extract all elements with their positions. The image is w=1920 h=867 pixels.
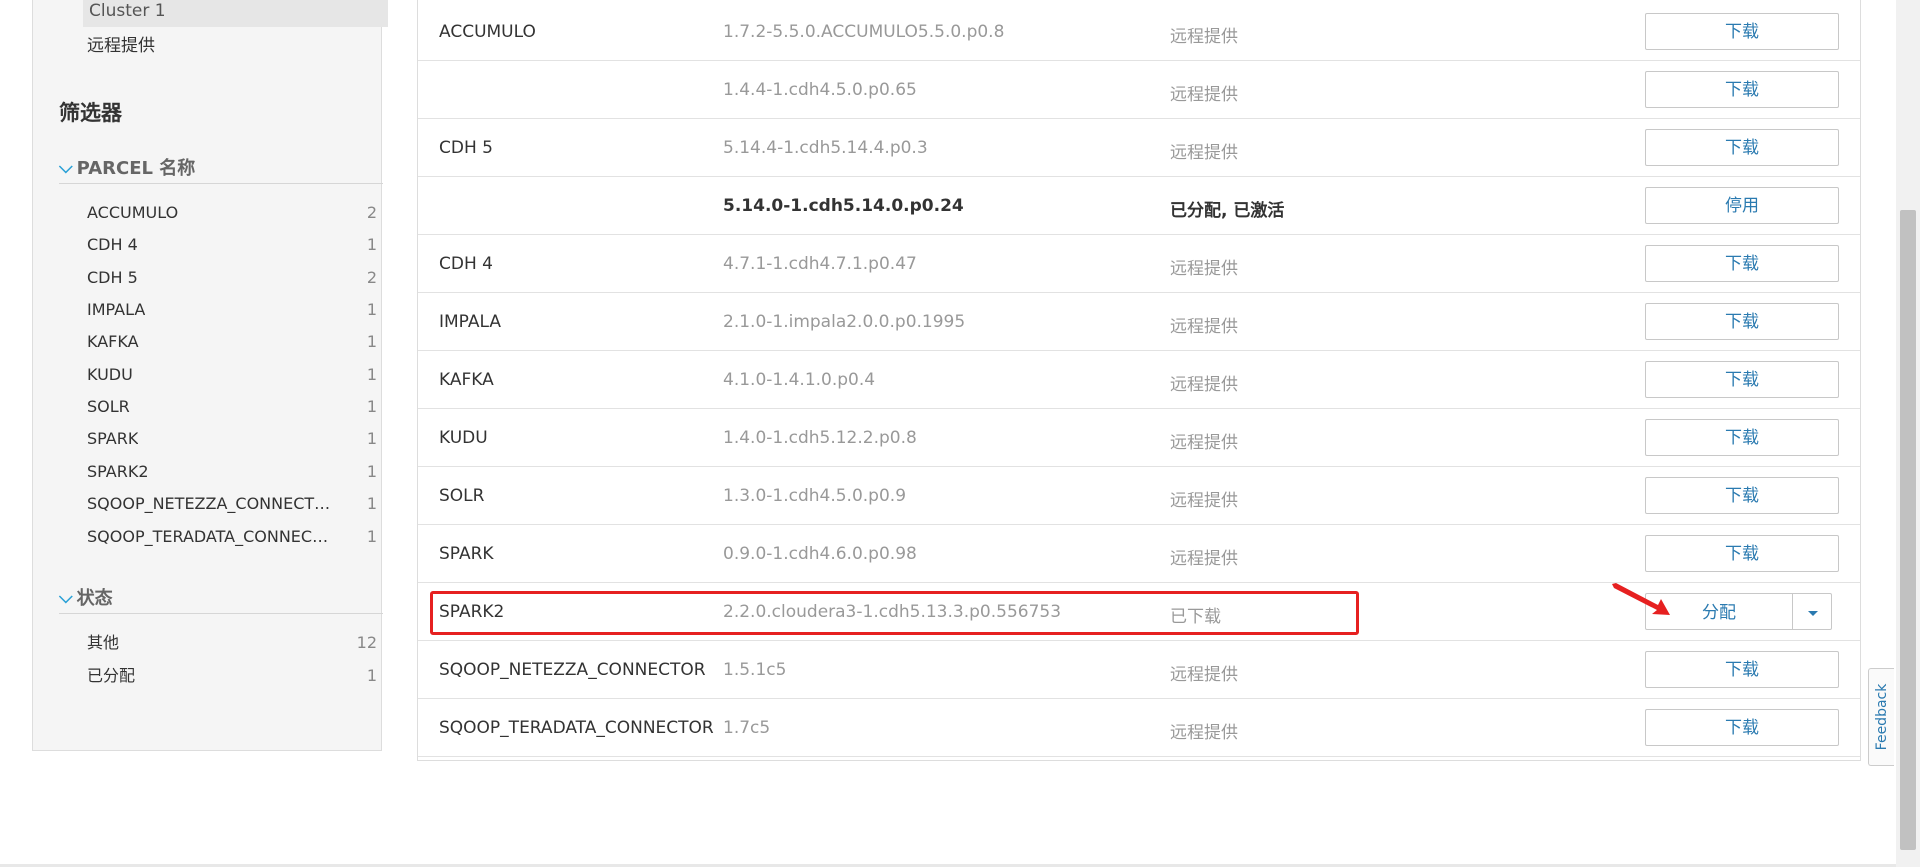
parcel-name: CDH 5 (439, 138, 493, 158)
download-button[interactable]: 下载 (1645, 419, 1839, 456)
chevron-down-icon: ⌵ (59, 587, 73, 608)
parcel-status: 远程提供 (1170, 491, 1238, 511)
parcel-status: 远程提供 (1170, 27, 1238, 47)
parcel-version: 0.9.0-1.cdh4.6.0.p0.98 (723, 544, 917, 564)
table-row: CDH 4 4.7.1-1.cdh4.7.1.p0.47 远程提供 下载 (418, 235, 1860, 293)
distribute-dropdown-toggle[interactable] (1792, 593, 1832, 630)
filter-item[interactable]: SPARK2 1 (87, 459, 377, 485)
download-button[interactable]: 下载 (1645, 13, 1839, 50)
filter-item[interactable]: 已分配 1 (87, 663, 377, 689)
scrollbar-thumb[interactable] (1900, 210, 1916, 850)
parcel-version: 4.1.0-1.4.1.0.p0.4 (723, 370, 876, 390)
parcel-version: 1.7c5 (723, 718, 771, 738)
filter-item[interactable]: SPARK 1 (87, 426, 377, 452)
red-highlight-box (430, 591, 1359, 635)
download-button[interactable]: 下载 (1645, 709, 1839, 746)
caret-down-icon (1808, 611, 1818, 616)
filter-item[interactable]: IMPALA 1 (87, 297, 377, 323)
parcel-status: 远程提供 (1170, 549, 1238, 569)
table-row: CDH 5 5.14.4-1.cdh5.14.4.p0.3 远程提供 下载 (418, 119, 1860, 177)
feedback-tab[interactable]: Feedback (1868, 668, 1894, 766)
parcel-status: 已分配, 已激活 (1170, 201, 1285, 221)
parcel-status: 远程提供 (1170, 317, 1238, 337)
parcel-version: 1.5.1c5 (723, 660, 787, 680)
feedback-label: Feedback (1873, 683, 1890, 751)
parcel-version: 1.4.4-1.cdh4.5.0.p0.65 (723, 80, 917, 100)
parcel-status: 远程提供 (1170, 665, 1238, 685)
sidebar-item-remote[interactable]: 远程提供 (87, 31, 155, 56)
parcel-version: 1.3.0-1.cdh4.5.0.p0.9 (723, 486, 907, 506)
table-row: ACCUMULO 1.7.2-5.5.0.ACCUMULO5.5.0.p0.8 … (418, 3, 1860, 61)
table-row: 1.4.4-1.cdh4.5.0.p0.65 远程提供 下载 (418, 61, 1860, 119)
parcel-version: 2.1.0-1.impala2.0.0.p0.1995 (723, 312, 966, 332)
parcels-table: ACCUMULO 1.7.2-5.5.0.ACCUMULO5.5.0.p0.8 … (417, 0, 1861, 761)
parcel-version: 5.14.4-1.cdh5.14.4.p0.3 (723, 138, 928, 158)
parcel-version: 4.7.1-1.cdh4.7.1.p0.47 (723, 254, 917, 274)
parcel-status: 远程提供 (1170, 259, 1238, 279)
filters-title: 筛选器 (59, 101, 122, 125)
red-arrow-icon (1612, 583, 1670, 615)
table-row: 5.14.0-1.cdh5.14.0.p0.24 已分配, 已激活 停用 (418, 177, 1860, 235)
filter-item[interactable]: 其他 12 (87, 630, 377, 656)
download-button[interactable]: 下载 (1645, 129, 1839, 166)
parcel-name: CDH 4 (439, 254, 493, 274)
parcel-status: 远程提供 (1170, 143, 1238, 163)
filter-item[interactable]: KAFKA 1 (87, 329, 377, 355)
table-row: KAFKA 4.1.0-1.4.1.0.p0.4 远程提供 下载 (418, 351, 1860, 409)
download-button[interactable]: 下载 (1645, 535, 1839, 572)
download-button[interactable]: 下载 (1645, 651, 1839, 688)
download-button[interactable]: 下载 (1645, 361, 1839, 398)
parcel-section-title: PARCEL 名称 (76, 158, 196, 179)
filter-item[interactable]: SQOOP_NETEZZA_CONNECTOR 1 (87, 491, 377, 517)
vertical-scrollbar[interactable] (1896, 0, 1920, 867)
status-section-header[interactable]: ⌵ 状态 (59, 584, 383, 614)
parcel-name: IMPALA (439, 312, 501, 332)
download-button[interactable]: 下载 (1645, 245, 1839, 282)
filter-item[interactable]: KUDU 1 (87, 362, 377, 388)
table-row: SQOOP_TERADATA_CONNECTOR 1.7c5 远程提供 下载 (418, 699, 1860, 757)
parcel-name: ACCUMULO (439, 22, 536, 42)
parcel-version: 1.4.0-1.cdh5.12.2.p0.8 (723, 428, 917, 448)
parcel-name: SQOOP_TERADATA_CONNECTOR (439, 718, 714, 738)
parcel-name: SOLR (439, 486, 485, 506)
parcel-name: SQOOP_NETEZZA_CONNECTOR (439, 660, 706, 680)
parcel-status: 远程提供 (1170, 375, 1238, 395)
sidebar: Cluster 1 远程提供 筛选器 ⌵ PARCEL 名称 ACCUMULO 2 … (32, 0, 388, 751)
filter-item[interactable]: SOLR 1 (87, 394, 377, 420)
parcel-version: 1.7.2-5.5.0.ACCUMULO5.5.0.p0.8 (723, 22, 1005, 42)
cluster-item-selected[interactable]: Cluster 1 (83, 0, 388, 27)
filter-item[interactable]: CDH 41 (87, 232, 377, 258)
filter-item[interactable]: CDH 52 (87, 265, 377, 291)
table-row: SPARK 0.9.0-1.cdh4.6.0.p0.98 远程提供 下载 (418, 525, 1860, 583)
download-button[interactable]: 下载 (1645, 303, 1839, 340)
parcel-status: 远程提供 (1170, 85, 1238, 105)
parcel-status: 远程提供 (1170, 723, 1238, 743)
table-row: KUDU 1.4.0-1.cdh5.12.2.p0.8 远程提供 下载 (418, 409, 1860, 467)
deactivate-button[interactable]: 停用 (1645, 187, 1839, 224)
parcel-name: KUDU (439, 428, 488, 448)
filter-item[interactable]: SQOOP_TERADATA_CONNECTOR 1 (87, 524, 377, 550)
table-row: SQOOP_NETEZZA_CONNECTOR 1.5.1c5 远程提供 下载 (418, 641, 1860, 699)
download-button[interactable]: 下载 (1645, 71, 1839, 108)
filter-item[interactable]: ACCUMULO 2 (87, 200, 377, 226)
download-button[interactable]: 下载 (1645, 477, 1839, 514)
table-row: IMPALA 2.1.0-1.impala2.0.0.p0.1995 远程提供 … (418, 293, 1860, 351)
table-row: SOLR 1.3.0-1.cdh4.5.0.p0.9 远程提供 下载 (418, 467, 1860, 525)
parcel-status: 远程提供 (1170, 433, 1238, 453)
cluster-label: Cluster 1 (89, 1, 166, 21)
parcel-name-section-header[interactable]: ⌵ PARCEL 名称 (59, 154, 383, 184)
chevron-down-icon: ⌵ (59, 157, 73, 178)
parcel-version: 5.14.0-1.cdh5.14.0.p0.24 (723, 196, 964, 216)
parcel-name: KAFKA (439, 370, 494, 390)
status-section-title: 状态 (76, 588, 113, 609)
parcel-name: SPARK (439, 544, 494, 564)
